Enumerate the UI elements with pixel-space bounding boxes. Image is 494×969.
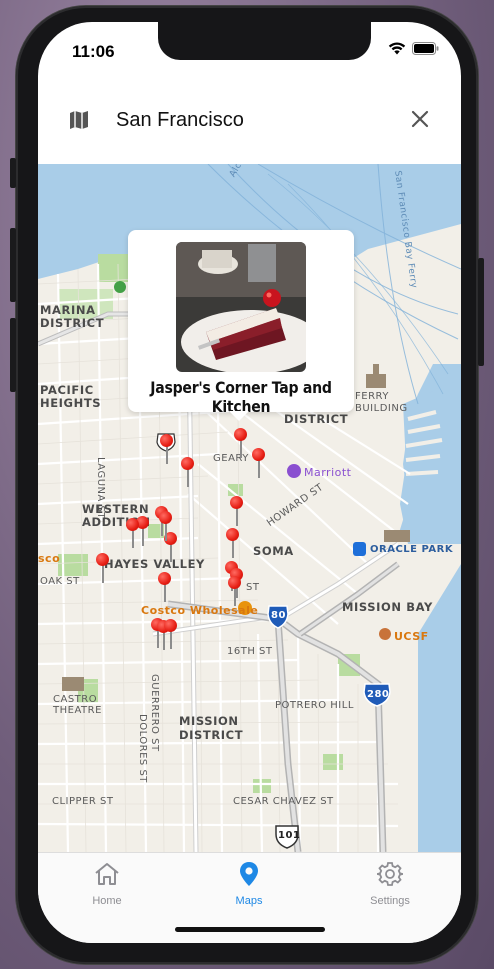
map-label-heights: HEIGHTS <box>40 396 102 410</box>
map-pin[interactable] <box>226 528 240 558</box>
map-label-building: BUILDING <box>355 403 408 414</box>
tab-settings-label: Settings <box>370 895 410 907</box>
map-label-ucsf: UCSF <box>394 630 429 643</box>
mute-switch <box>10 158 16 188</box>
map-label-oak: OAK ST <box>40 576 80 587</box>
map-pin[interactable] <box>158 572 172 602</box>
map-label-st: ST <box>246 582 260 593</box>
map-label-mission: MISSION <box>179 714 239 728</box>
map-label-marina: MARINA <box>40 303 96 317</box>
map-label-marriott: Marriott <box>304 466 352 479</box>
tab-home-label: Home <box>92 895 122 907</box>
map-label-mission-bay: MISSION BAY <box>342 600 433 614</box>
place-name: Jasper's Corner Tap and Kitchen <box>150 378 332 416</box>
map-view[interactable]: MARINA DISTRICT PACIFIC HEIGHTS LAGUNA S… <box>38 164 461 852</box>
notch <box>158 22 371 60</box>
tab-settings[interactable]: Settings <box>345 861 435 907</box>
map-pin[interactable] <box>96 553 110 583</box>
map-pin[interactable] <box>252 448 266 478</box>
map-label-mission-district: DISTRICT <box>179 728 244 742</box>
map-label-potrero: POTRERO HILL <box>275 700 354 711</box>
map-icon <box>70 111 88 129</box>
cake-photo-image <box>176 242 306 372</box>
status-time: 11:06 <box>72 42 115 61</box>
map-label-dolores: DOLORES ST <box>137 714 148 783</box>
volume-down-button <box>10 318 16 392</box>
page-title: San Francisco <box>116 109 244 131</box>
tab-home[interactable]: Home <box>62 861 152 907</box>
home-indicator <box>175 927 325 932</box>
place-photo <box>176 242 306 372</box>
map-label-soma: SOMA <box>253 544 294 558</box>
battery-icon <box>412 42 439 55</box>
map-pin[interactable] <box>234 428 248 458</box>
tab-maps[interactable]: Maps <box>204 861 294 907</box>
volume-up-button <box>10 228 16 302</box>
map-label-marina-district: DISTRICT <box>40 316 105 330</box>
map-header: San Francisco <box>38 82 461 164</box>
map-label-hayes-valley: HAYES VALLEY <box>104 557 205 571</box>
shield-101: 101 <box>278 830 301 841</box>
map-label-sco: sco <box>38 552 61 565</box>
map-label-theatre: THEATRE <box>53 705 102 716</box>
map-pin[interactable] <box>228 576 242 606</box>
map-label-pacific: PACIFIC <box>40 383 94 397</box>
power-button <box>478 258 484 366</box>
wifi-icon <box>388 42 406 55</box>
location-pin-icon <box>240 862 258 886</box>
map-label-ferry: FERRY <box>355 391 389 402</box>
map-label-oracle-park: ORACLE PARK <box>370 544 454 555</box>
map-label-16th: 16TH ST <box>227 646 273 657</box>
map-label-castro: CASTRO <box>53 694 98 705</box>
map-pin[interactable] <box>164 619 178 649</box>
map-label-cesar-chavez: CESAR CHAVEZ ST <box>233 796 334 807</box>
shield-280: 280 <box>367 689 390 700</box>
gear-icon <box>376 862 404 886</box>
map-pin[interactable] <box>126 518 140 548</box>
map-pin[interactable] <box>181 457 195 487</box>
place-callout[interactable]: Jasper's Corner Tap and Kitchen <box>128 230 354 421</box>
home-icon <box>95 863 119 885</box>
tab-maps-label: Maps <box>235 895 263 907</box>
screen: 11:06 San Francisco MARINA DISTRICT PACI… <box>38 22 461 943</box>
map-label-western: WESTERN <box>82 502 150 516</box>
status-icons <box>388 42 439 55</box>
map-label-guerrero: GUERRERO ST <box>149 674 160 752</box>
map-pin[interactable] <box>230 496 244 526</box>
close-icon[interactable] <box>411 110 429 128</box>
map-label-clipper: CLIPPER ST <box>52 796 114 807</box>
map-pin[interactable] <box>159 511 173 541</box>
shield-80: 80 <box>271 610 286 621</box>
map-pin[interactable] <box>160 434 174 464</box>
